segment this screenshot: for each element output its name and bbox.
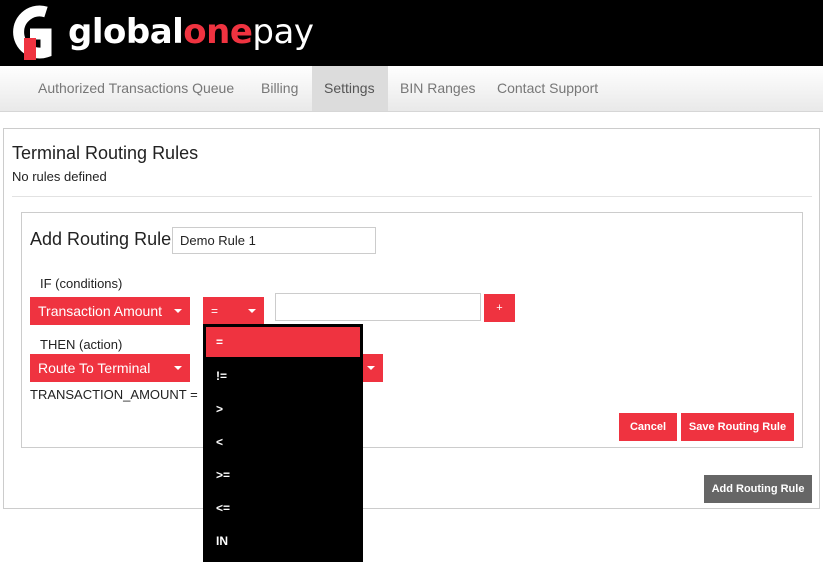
nav-item-contact-support[interactable]: Contact Support bbox=[485, 66, 610, 111]
nav-item-bin-ranges[interactable]: BIN Ranges bbox=[388, 66, 487, 111]
operator-option-not-equal[interactable]: != bbox=[203, 360, 363, 393]
operator-option-less[interactable]: < bbox=[203, 426, 363, 459]
nav-item-settings[interactable]: Settings bbox=[312, 66, 388, 111]
operator-option-in[interactable]: IN bbox=[203, 525, 363, 558]
operator-select[interactable]: = bbox=[203, 297, 264, 325]
add-condition-button[interactable]: + bbox=[484, 294, 515, 322]
condition-field-select[interactable]: Transaction Amount bbox=[30, 297, 190, 325]
chevron-down-icon bbox=[367, 366, 375, 370]
chevron-down-icon bbox=[174, 366, 182, 370]
cancel-button[interactable]: Cancel bbox=[619, 413, 677, 441]
operator-option-greater-equal[interactable]: >= bbox=[203, 459, 363, 492]
page-title: Terminal Routing Rules bbox=[12, 143, 199, 163]
operator-option-less-equal[interactable]: <= bbox=[203, 492, 363, 525]
chevron-down-icon bbox=[248, 309, 256, 313]
condition-value-input[interactable] bbox=[275, 293, 481, 321]
operator-value: = bbox=[211, 304, 219, 318]
action-value: Route To Terminal bbox=[38, 360, 151, 376]
rule-summary: TRANSACTION_AMOUNT = bbox=[30, 387, 198, 402]
chevron-down-icon bbox=[174, 309, 182, 313]
nav-item-authorized-transactions-queue[interactable]: Authorized Transactions Queue bbox=[26, 66, 246, 111]
empty-rules-text: No rules defined bbox=[12, 169, 107, 184]
divider bbox=[12, 196, 812, 197]
then-action-label: THEN (action) bbox=[40, 337, 123, 352]
brand-logo-text: globalonepay bbox=[68, 12, 314, 52]
add-routing-rule-button[interactable]: Add Routing Rule bbox=[704, 475, 812, 503]
add-rule-title: Add Routing Rule bbox=[30, 229, 172, 249]
rule-name-input[interactable] bbox=[172, 227, 376, 254]
operator-option-equal[interactable]: = bbox=[206, 327, 360, 357]
terminal-select[interactable] bbox=[360, 354, 383, 382]
globalonepay-logo-icon bbox=[13, 5, 52, 60]
condition-field-value: Transaction Amount bbox=[38, 303, 162, 319]
if-conditions-label: IF (conditions) bbox=[40, 276, 123, 291]
operator-option-greater[interactable]: > bbox=[203, 393, 363, 426]
app-header: globalonepay bbox=[0, 0, 823, 66]
save-routing-rule-button[interactable]: Save Routing Rule bbox=[681, 413, 794, 441]
main-nav: Authorized Transactions Queue Billing Se… bbox=[0, 66, 823, 112]
nav-item-billing[interactable]: Billing bbox=[249, 66, 310, 111]
action-select[interactable]: Route To Terminal bbox=[30, 354, 190, 382]
operator-dropdown-menu: = != > < >= <= IN bbox=[203, 324, 363, 562]
